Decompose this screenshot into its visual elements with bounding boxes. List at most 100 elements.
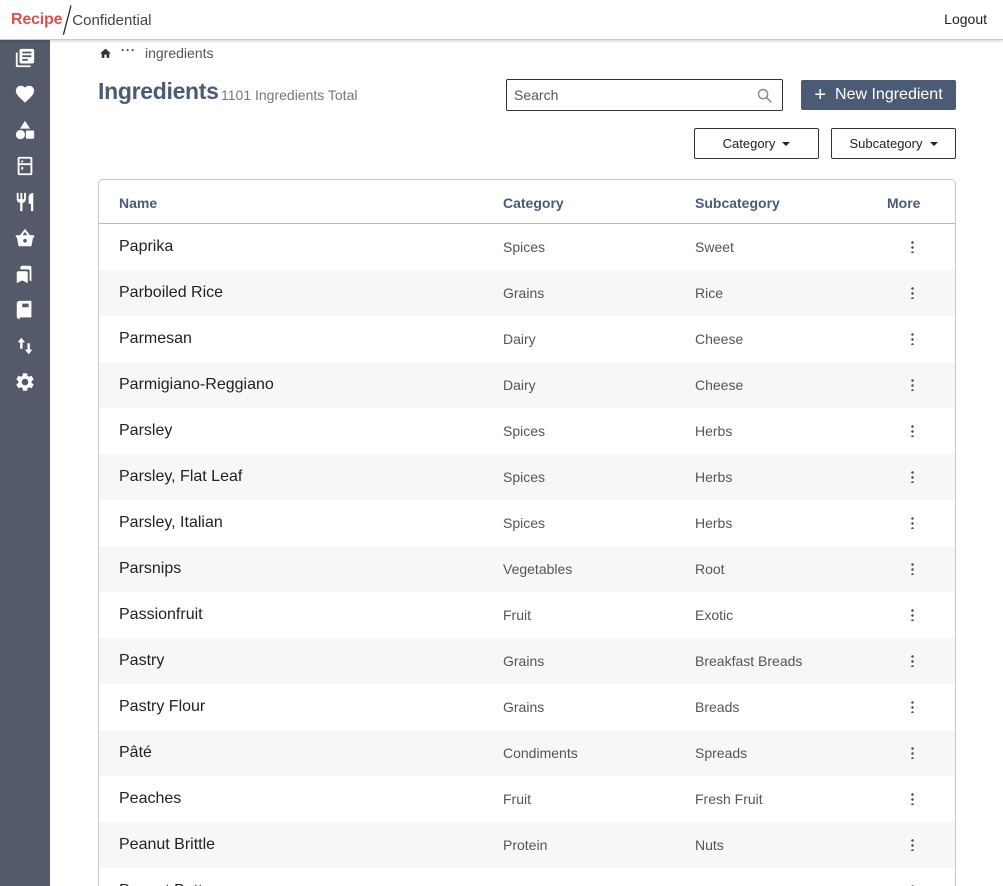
table-row[interactable]: Parsnips Vegetables Root (99, 546, 955, 592)
table-row[interactable]: Parsley, Flat Leaf Spices Herbs (99, 454, 955, 500)
table-row[interactable]: Parsley, Italian Spices Herbs (99, 500, 955, 546)
more-options-button[interactable] (902, 375, 922, 393)
ingredient-subcategory: Sweet (695, 239, 734, 255)
kebab-menu-icon (910, 837, 914, 851)
search-icon[interactable] (756, 87, 773, 104)
caret-down-icon (929, 141, 938, 146)
ingredient-subcategory: Breads (695, 699, 740, 715)
table-row[interactable]: Pâté Condiments Spreads (99, 730, 955, 776)
ingredient-name[interactable]: Parmigiano-Reggiano (119, 376, 274, 394)
table-row[interactable]: Peaches Fruit Fresh Fruit (99, 776, 955, 822)
book-icon (16, 300, 32, 320)
ingredient-name[interactable]: Paprika (119, 238, 173, 256)
ingredient-name[interactable]: Parsley, Italian (119, 514, 223, 532)
heart-icon (15, 85, 35, 103)
more-options-button[interactable] (902, 605, 922, 623)
logo-text-confidential: Confidential (72, 11, 152, 29)
ingredient-subcategory: Nuts (695, 837, 724, 853)
home-icon[interactable] (99, 47, 112, 60)
column-header-subcategory[interactable]: Subcategory (695, 195, 780, 211)
ingredient-name[interactable]: Parsley, Flat Leaf (119, 468, 242, 486)
sidebar-item-cookbooks[interactable] (12, 297, 38, 323)
ingredient-name[interactable]: Parsley (119, 422, 172, 440)
sidebar-item-pantry[interactable] (12, 153, 38, 179)
sidebar (0, 40, 50, 886)
more-options-button[interactable] (902, 237, 922, 255)
ingredient-subcategory: Rice (695, 285, 724, 301)
column-header-category[interactable]: Category (503, 195, 564, 211)
app-logo[interactable]: Recipe Confidential (11, 4, 152, 36)
sidebar-item-ingredients[interactable] (12, 117, 38, 143)
column-header-name[interactable]: Name (119, 195, 157, 211)
kebab-menu-icon (910, 285, 914, 299)
ingredient-category: Fruit (503, 607, 531, 623)
table-row[interactable]: Passionfruit Fruit Exotic (99, 592, 955, 638)
ingredient-subcategory: Herbs (695, 515, 733, 531)
subcategory-filter-dropdown[interactable]: Subcategory (831, 128, 956, 159)
logout-link[interactable]: Logout (944, 11, 987, 27)
ingredient-name[interactable]: Peaches (119, 790, 181, 808)
ingredient-name[interactable]: Parboiled Rice (119, 284, 223, 302)
table-row[interactable]: Pastry Flour Grains Breads (99, 684, 955, 730)
more-options-button[interactable] (902, 835, 922, 853)
ingredient-name[interactable]: Parmesan (119, 330, 192, 348)
ingredient-subcategory: Herbs (695, 423, 733, 439)
sidebar-item-shopping[interactable] (12, 225, 38, 251)
sidebar-item-collections[interactable] (12, 261, 38, 287)
ingredient-name[interactable]: Parsnips (119, 560, 181, 578)
more-options-button[interactable] (902, 697, 922, 715)
utensils-icon (16, 192, 34, 212)
sidebar-item-recipes[interactable] (12, 45, 38, 71)
more-options-button[interactable] (902, 651, 922, 669)
more-options-button[interactable] (902, 559, 922, 577)
more-options-button[interactable] (902, 467, 922, 485)
shapes-icon (15, 120, 35, 140)
more-options-button[interactable] (902, 283, 922, 301)
search-box (506, 79, 783, 111)
more-options-button[interactable] (902, 881, 922, 886)
ingredient-subcategory: Herbs (695, 469, 733, 485)
kebab-menu-icon (910, 515, 914, 529)
ingredient-name[interactable]: Peanut Brittle (119, 836, 215, 854)
table-row[interactable]: Peanut Brittle Protein Nuts (99, 822, 955, 868)
kebab-menu-icon (910, 331, 914, 345)
ingredient-category: Spices (503, 423, 546, 439)
ingredient-name[interactable]: Pastry (119, 652, 164, 670)
new-ingredient-button[interactable]: + New Ingredient (801, 80, 956, 110)
ingredient-category: Spices (503, 469, 546, 485)
column-header-more: More (887, 195, 921, 211)
more-options-button[interactable] (902, 513, 922, 531)
category-filter-dropdown[interactable]: Category (694, 128, 819, 159)
table-row[interactable]: Parmigiano-Reggiano Dairy Cheese (99, 362, 955, 408)
ingredient-subcategory: Spreads (695, 745, 748, 761)
ingredient-subcategory: Fresh Fruit (695, 791, 763, 807)
sidebar-item-favorites[interactable] (12, 81, 38, 107)
ingredient-subcategory: Cheese (695, 377, 744, 393)
sidebar-item-settings[interactable] (12, 369, 38, 395)
basket-icon (15, 228, 35, 247)
sidebar-item-meals[interactable] (12, 189, 38, 215)
sidebar-item-import-export[interactable] (12, 333, 38, 359)
ingredient-name[interactable]: Passionfruit (119, 606, 203, 624)
knife-icon (63, 5, 72, 35)
ingredient-category: Spices (503, 239, 546, 255)
sort-arrows-icon (17, 337, 33, 355)
ingredient-name[interactable]: Pâté (119, 744, 152, 762)
ingredient-category: Protein (503, 837, 548, 853)
search-input[interactable] (507, 80, 747, 110)
table-row[interactable]: Peanut ButterCondimentsSpreads (99, 868, 955, 886)
breadcrumb-ellipsis[interactable]: ··· (121, 44, 136, 56)
more-options-button[interactable] (902, 743, 922, 761)
ingredient-name[interactable]: Peanut Butter (119, 882, 217, 886)
table-row[interactable]: Pastry Grains Breakfast Breads (99, 638, 955, 684)
more-options-button[interactable] (902, 421, 922, 439)
more-options-button[interactable] (902, 329, 922, 347)
table-row[interactable]: Parsley Spices Herbs (99, 408, 955, 454)
table-row[interactable]: Parmesan Dairy Cheese (99, 316, 955, 362)
ingredient-name[interactable]: Pastry Flour (119, 698, 205, 716)
table-row[interactable]: Paprika Spices Sweet (99, 224, 955, 270)
plus-icon: + (814, 84, 827, 106)
more-options-button[interactable] (902, 789, 922, 807)
ingredient-category: Dairy (503, 377, 536, 393)
table-row[interactable]: Parboiled Rice Grains Rice (99, 270, 955, 316)
